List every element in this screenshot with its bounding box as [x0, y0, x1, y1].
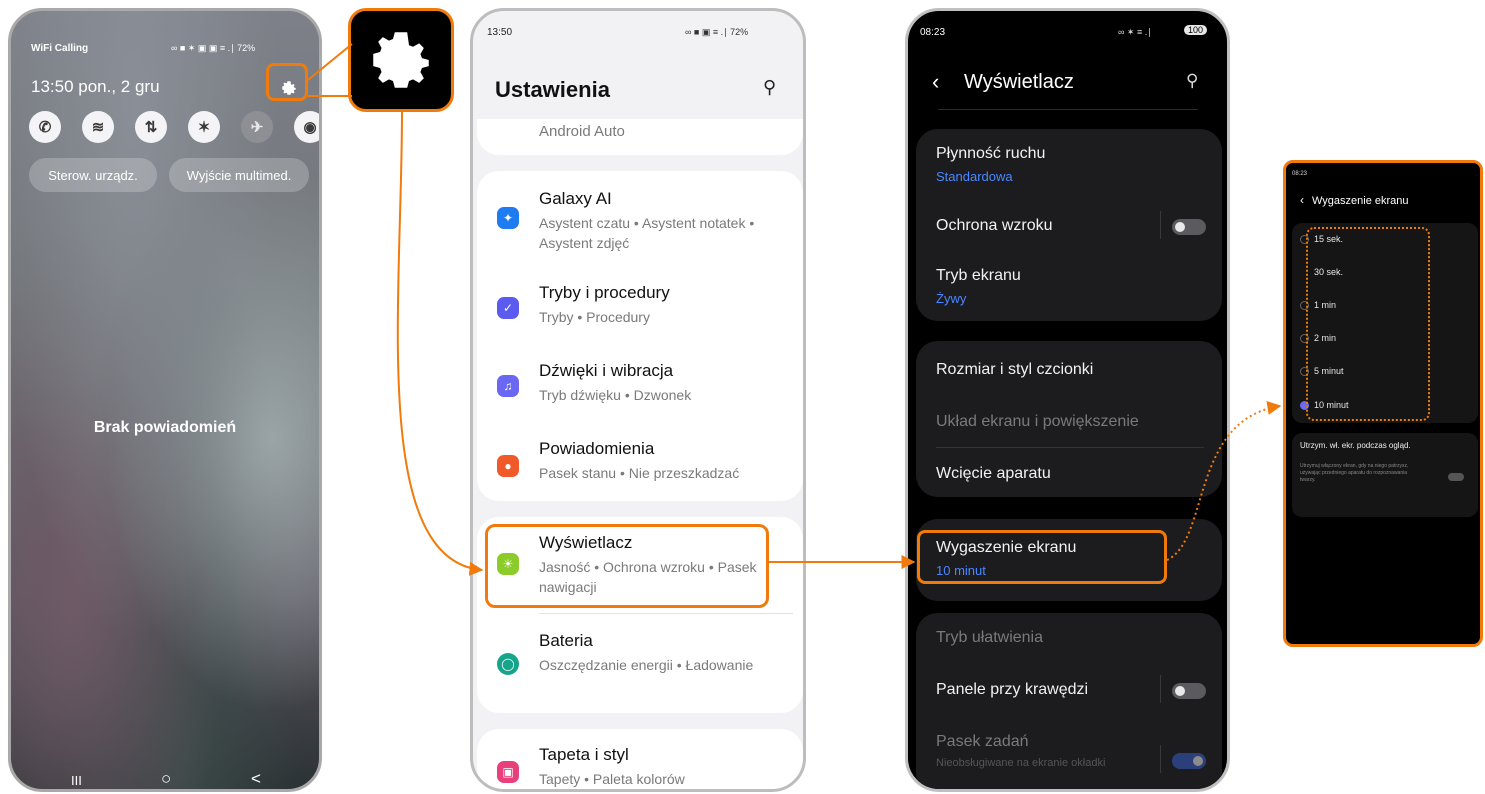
callout-line-top	[307, 43, 353, 81]
arrow-to-options	[1166, 401, 1282, 561]
arrow-to-display	[396, 111, 484, 576]
flow-arrows	[307, 43, 1282, 576]
